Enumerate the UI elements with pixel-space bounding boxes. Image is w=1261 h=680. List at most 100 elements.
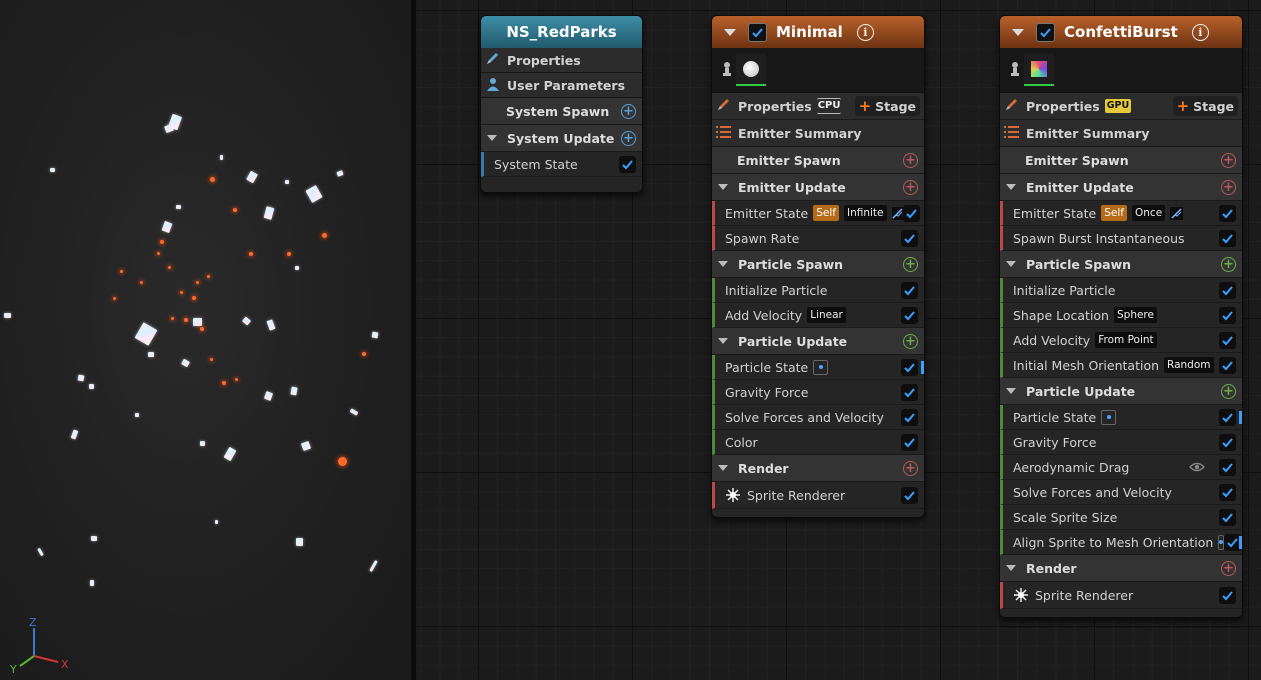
enable-checkbox[interactable] — [901, 229, 918, 247]
collapse-icon[interactable] — [1006, 388, 1016, 394]
emitter-spawn-row[interactable]: Emitter Spawn + — [712, 147, 924, 174]
emitter-thumbnail[interactable] — [736, 54, 766, 86]
collapse-icon[interactable] — [724, 28, 736, 36]
emitter-enable-checkbox[interactable] — [748, 22, 767, 42]
info-icon[interactable]: i — [856, 23, 874, 41]
particle-update-row[interactable]: Particle Update + — [712, 328, 924, 355]
enable-checkbox[interactable] — [1219, 433, 1236, 451]
collapse-icon[interactable] — [487, 135, 497, 141]
module-row[interactable]: Color — [712, 430, 924, 455]
add-module-icon[interactable]: + — [903, 460, 918, 476]
eye-icon[interactable] — [1189, 460, 1205, 475]
emitter-summary-row[interactable]: Emitter Summary — [1000, 120, 1242, 147]
enable-checkbox[interactable] — [901, 306, 918, 324]
module-row[interactable]: Aerodynamic Drag — [1000, 455, 1242, 480]
emitter-update-row[interactable]: Emitter Update + — [712, 174, 924, 201]
enable-checkbox[interactable] — [901, 383, 918, 401]
add-module-icon[interactable]: + — [903, 333, 918, 349]
enable-checkbox[interactable] — [1219, 586, 1236, 604]
emitter-properties-row[interactable]: Properties GPU + Stage — [1000, 93, 1242, 120]
system-update-row[interactable]: System Update + — [481, 125, 642, 152]
emitter-header[interactable]: ConfettiBurst i — [1000, 16, 1242, 48]
module-row[interactable]: Solve Forces and Velocity — [712, 405, 924, 430]
pin-icon[interactable] — [722, 61, 732, 79]
add-module-icon[interactable]: + — [1221, 179, 1236, 195]
add-module-icon[interactable]: + — [903, 179, 918, 195]
renderer-row[interactable]: Sprite Renderer — [712, 482, 924, 509]
enable-checkbox[interactable] — [901, 486, 918, 504]
system-node[interactable]: NS_RedParks Properties User Parameters S… — [480, 15, 643, 193]
enable-checkbox[interactable] — [901, 408, 918, 426]
collapse-icon[interactable] — [1006, 184, 1016, 190]
module-row[interactable]: Particle State — [1000, 405, 1242, 430]
emitter-thumbnail[interactable] — [1024, 54, 1054, 86]
module-row[interactable]: Emitter State Self Infinite — [712, 201, 924, 226]
module-row[interactable]: Solve Forces and Velocity — [1000, 480, 1242, 505]
collapse-icon[interactable] — [718, 184, 728, 190]
system-spawn-row[interactable]: System Spawn + — [481, 98, 642, 125]
scalability-icon[interactable] — [1170, 206, 1184, 220]
module-row[interactable]: Emitter State Self Once — [1000, 201, 1242, 226]
module-row[interactable]: Align Sprite to Mesh Orientation — [1000, 530, 1242, 555]
enable-checkbox[interactable] — [1219, 229, 1236, 247]
enable-checkbox[interactable] — [901, 433, 918, 451]
preview-viewport[interactable]: Z X Y — [0, 0, 411, 680]
add-module-icon[interactable]: + — [1221, 256, 1236, 272]
module-row[interactable]: Shape Location Sphere — [1000, 303, 1242, 328]
enable-checkbox[interactable] — [902, 204, 920, 222]
add-module-icon[interactable]: + — [621, 103, 636, 119]
particle-spawn-row[interactable]: Particle Spawn + — [1000, 251, 1242, 278]
enable-checkbox[interactable] — [1219, 458, 1236, 476]
enable-checkbox[interactable] — [1219, 408, 1236, 426]
render-row[interactable]: Render + — [1000, 555, 1242, 582]
add-module-icon[interactable]: + — [1221, 152, 1236, 168]
module-row[interactable]: Add Velocity Linear — [712, 303, 924, 328]
collapse-icon[interactable] — [1012, 28, 1024, 36]
module-row[interactable]: Spawn Burst Instantaneous — [1000, 226, 1242, 251]
add-module-icon[interactable]: + — [903, 152, 918, 168]
collapse-icon[interactable] — [1006, 565, 1016, 571]
add-module-icon[interactable]: + — [621, 130, 636, 146]
collapse-icon[interactable] — [718, 261, 728, 267]
enable-checkbox[interactable] — [901, 281, 918, 299]
module-row[interactable]: Initialize Particle — [1000, 278, 1242, 303]
emitter-header[interactable]: Minimal i — [712, 16, 924, 48]
module-row[interactable]: Gravity Force — [712, 380, 924, 405]
particle-update-row[interactable]: Particle Update + — [1000, 378, 1242, 405]
collapse-icon[interactable] — [1006, 261, 1016, 267]
info-icon[interactable]: i — [1191, 23, 1209, 41]
emitter-update-row[interactable]: Emitter Update + — [1000, 174, 1242, 201]
enable-checkbox[interactable] — [901, 358, 918, 376]
module-row[interactable]: Initialize Particle — [712, 278, 924, 303]
user-parameters-row[interactable]: User Parameters — [481, 73, 642, 98]
module-row[interactable]: Gravity Force — [1000, 430, 1242, 455]
add-module-icon[interactable]: + — [1221, 560, 1236, 576]
module-row[interactable]: Scale Sprite Size — [1000, 505, 1242, 530]
system-state-row[interactable]: System State — [481, 152, 642, 177]
render-row[interactable]: Render + — [712, 455, 924, 482]
particle-spawn-row[interactable]: Particle Spawn + — [712, 251, 924, 278]
enable-checkbox[interactable] — [619, 155, 636, 173]
module-row[interactable]: Particle State — [712, 355, 924, 380]
enable-checkbox[interactable] — [1219, 508, 1236, 526]
emitter-node-confettiburst[interactable]: ConfettiBurst i Properties GPU + Stage Emitter… — [999, 15, 1243, 618]
stack-context-icon[interactable] — [1101, 409, 1117, 425]
enable-checkbox[interactable] — [1219, 204, 1236, 222]
renderer-row[interactable]: Sprite Renderer — [1000, 582, 1242, 609]
system-overview-graph[interactable]: NS_RedParks Properties User Parameters S… — [416, 0, 1261, 680]
add-module-icon[interactable]: + — [903, 256, 918, 272]
system-properties-row[interactable]: Properties — [481, 48, 642, 73]
emitter-summary-row[interactable]: Emitter Summary — [712, 120, 924, 147]
emitter-properties-row[interactable]: Properties CPU + Stage — [712, 93, 924, 120]
module-row[interactable]: Initial Mesh Orientation Random — [1000, 353, 1242, 378]
collapse-icon[interactable] — [718, 338, 728, 344]
add-module-icon[interactable]: + — [1221, 383, 1236, 399]
system-node-header[interactable]: NS_RedParks — [481, 16, 642, 48]
module-row[interactable]: Add Velocity From Point — [1000, 328, 1242, 353]
enable-checkbox[interactable] — [1219, 281, 1236, 299]
enable-checkbox[interactable] — [1219, 356, 1236, 374]
pin-icon[interactable] — [1010, 61, 1020, 79]
enable-checkbox[interactable] — [1219, 483, 1236, 501]
scalability-icon[interactable] — [891, 206, 903, 220]
add-stage-button[interactable]: + Stage — [1172, 96, 1238, 116]
